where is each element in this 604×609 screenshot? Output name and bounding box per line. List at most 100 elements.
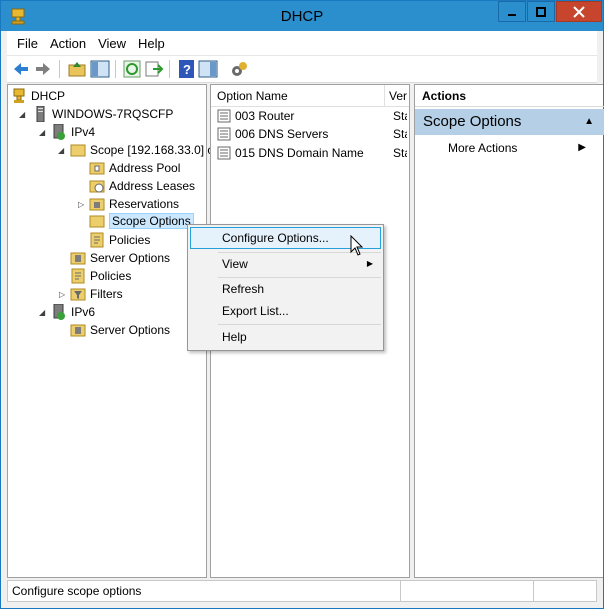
title-bar[interactable]: DHCP xyxy=(1,1,603,31)
mouse-cursor-icon xyxy=(350,235,364,256)
list-item[interactable]: 006 DNS Servers Star xyxy=(217,125,409,143)
actions-pane: Actions Scope Options ▲ More Actions ▶ xyxy=(414,84,604,578)
show-hide-action-pane-icon[interactable] xyxy=(198,59,218,79)
filter-icon xyxy=(70,288,86,301)
menu-item-export-list[interactable]: Export List... xyxy=(190,300,381,322)
option-vendor: Star xyxy=(393,146,407,160)
submenu-arrow-icon: ▶ xyxy=(578,142,586,153)
ipv6-icon xyxy=(53,304,65,320)
list-header: Option Name Ver xyxy=(211,84,409,107)
tree-label: WINDOWS-7RQSCFP xyxy=(52,107,174,121)
back-icon[interactable] xyxy=(11,59,31,79)
tree-item-address-leases[interactable]: Address Leases xyxy=(89,177,195,195)
option-icon xyxy=(217,109,231,123)
tree-label: Policies xyxy=(90,269,132,283)
tree-label: DHCP xyxy=(31,89,66,103)
tree-item-ipv6[interactable]: IPv6 xyxy=(51,303,95,321)
tree-item-scope-options[interactable]: Scope Options xyxy=(89,212,194,230)
status-divider xyxy=(400,581,401,601)
folder-icon xyxy=(70,144,86,157)
tree-item-server-options[interactable]: Server Options xyxy=(70,249,170,267)
tree-label: IPv4 xyxy=(71,125,96,139)
actions-section-scope-options[interactable]: Scope Options ▲ xyxy=(415,109,604,135)
submenu-arrow-icon: ▶ xyxy=(366,259,373,268)
close-button[interactable] xyxy=(556,1,602,22)
menu-item-help[interactable]: Help xyxy=(190,326,381,348)
tree-item-ipv6-server-options[interactable]: Server Options xyxy=(70,321,170,339)
ipv4-icon xyxy=(53,124,65,140)
menu-item-refresh[interactable]: Refresh xyxy=(190,278,381,300)
status-divider xyxy=(533,581,534,601)
option-icon xyxy=(217,127,231,141)
list-item[interactable]: 015 DNS Domain Name Star xyxy=(217,144,409,162)
option-icon xyxy=(217,146,231,160)
column-option-name[interactable]: Option Name xyxy=(211,84,385,107)
more-actions-label: More Actions xyxy=(448,141,518,155)
toolbar: ? xyxy=(7,55,597,83)
tree-label: Server Options xyxy=(90,323,171,337)
dhcp-icon xyxy=(13,88,25,103)
list-item[interactable]: 003 Router Star xyxy=(217,107,409,125)
status-text: Configure scope options xyxy=(12,584,142,598)
tree-label: Address Pool xyxy=(109,161,181,175)
tree-label: Server Options xyxy=(90,251,171,265)
policies-icon xyxy=(90,232,104,248)
menu-file[interactable]: File xyxy=(17,36,38,51)
tree-label: Filters xyxy=(90,287,123,301)
reservations-icon xyxy=(89,198,105,211)
expand-icon[interactable]: ▷ xyxy=(78,201,86,209)
collapse-icon[interactable]: ◢ xyxy=(58,147,66,155)
toolbar-separator xyxy=(115,60,116,78)
options-icon[interactable] xyxy=(229,59,249,79)
menu-view[interactable]: View xyxy=(98,36,126,51)
tree-item-address-pool[interactable]: Address Pool xyxy=(89,159,180,177)
option-vendor: Star xyxy=(393,127,407,141)
tree-item-scope[interactable]: Scope [192.168.33.0] c xyxy=(70,141,213,159)
tree-label: Scope [192.168.33.0] c xyxy=(90,143,214,157)
minimize-button[interactable] xyxy=(498,1,526,22)
menu-item-label: View xyxy=(222,257,248,271)
tree-label: Reservations xyxy=(109,197,180,211)
menu-action[interactable]: Action xyxy=(50,36,86,51)
close-icon xyxy=(573,5,585,18)
option-name: 006 DNS Servers xyxy=(235,127,329,141)
maximize-button[interactable] xyxy=(527,1,555,22)
tree-item-server[interactable]: WINDOWS-7RQSCFP xyxy=(32,105,173,123)
collapse-icon[interactable]: ◢ xyxy=(19,111,27,119)
tree-item-reservations[interactable]: Reservations xyxy=(89,195,179,213)
address-leases-icon xyxy=(89,180,105,193)
server-options-icon xyxy=(70,252,86,265)
minimize-icon xyxy=(508,13,516,16)
svg-text:?: ? xyxy=(183,62,191,77)
actions-header: Actions xyxy=(415,85,604,107)
help-icon[interactable]: ? xyxy=(177,59,197,79)
scope-options-folder-icon xyxy=(89,215,105,228)
forward-icon[interactable] xyxy=(33,59,53,79)
option-vendor: Star xyxy=(393,109,407,123)
collapse-icon[interactable]: ◢ xyxy=(39,309,47,317)
tree-item-scope-policies[interactable]: Policies xyxy=(89,231,150,249)
more-actions-item[interactable]: More Actions ▶ xyxy=(448,138,604,158)
menu-separator xyxy=(218,324,381,325)
up-folder-icon[interactable] xyxy=(67,59,87,79)
collapse-section-icon[interactable]: ▲ xyxy=(584,109,594,135)
menu-help[interactable]: Help xyxy=(138,36,165,51)
status-bar: Configure scope options xyxy=(7,580,597,602)
toolbar-separator xyxy=(59,60,60,78)
tree-label: IPv6 xyxy=(71,305,96,319)
tree-label: Scope Options xyxy=(109,213,194,229)
collapse-icon[interactable]: ◢ xyxy=(39,129,47,137)
tree-item-filters[interactable]: Filters xyxy=(70,285,123,303)
maximize-icon xyxy=(536,6,546,17)
tree-item-policies[interactable]: Policies xyxy=(70,267,131,285)
console-tree[interactable]: DHCP ◢ WINDOWS-7RQSCFP ◢ IPv4 ◢ Scope [1… xyxy=(7,84,213,578)
column-vendor[interactable]: Ver xyxy=(385,89,407,103)
address-pool-icon xyxy=(89,162,105,175)
expand-icon[interactable]: ▷ xyxy=(59,291,67,299)
server-icon xyxy=(36,106,45,122)
show-hide-tree-icon[interactable] xyxy=(90,59,110,79)
refresh-icon[interactable] xyxy=(122,59,142,79)
export-icon[interactable] xyxy=(144,59,164,79)
tree-item-dhcp[interactable]: DHCP xyxy=(11,87,65,105)
tree-item-ipv4[interactable]: IPv4 xyxy=(51,123,95,141)
